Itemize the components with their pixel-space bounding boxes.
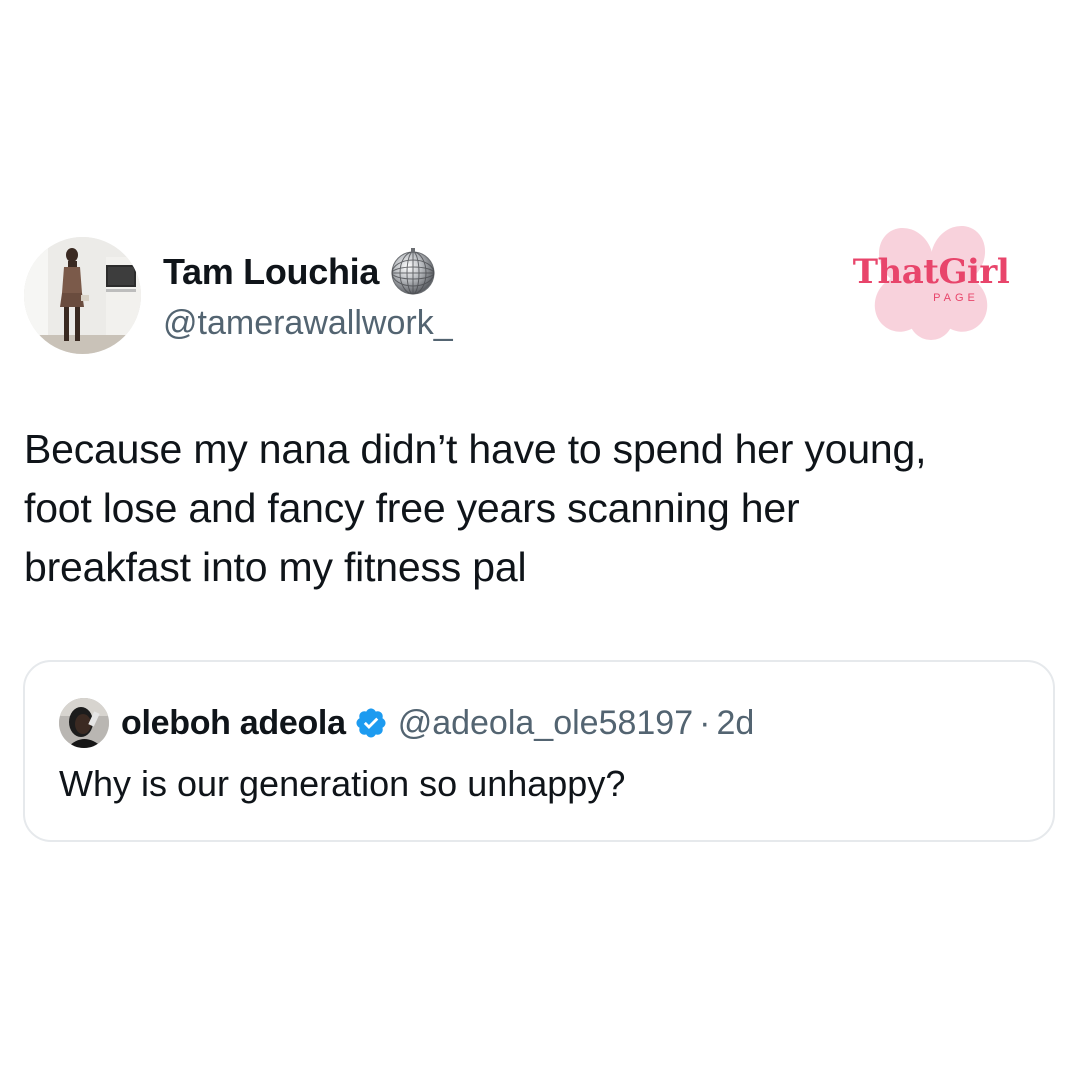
quoted-tweet-timestamp[interactable]: 2d xyxy=(716,704,754,743)
logo-title: ThatGirl xyxy=(852,252,1010,292)
tweet-card: Tam Louchia @tamerawallwork_ ThatGirl PA… xyxy=(0,0,1080,1080)
author-display-name[interactable]: Tam Louchia xyxy=(163,251,379,293)
avatar-photo xyxy=(24,237,141,354)
logo-subtitle: PAGE xyxy=(933,292,979,304)
author-name-row: Tam Louchia xyxy=(163,248,437,296)
quoted-tweet-header: oleboh adeola @adeola_ole58197 · 2d xyxy=(59,698,754,748)
quoted-tweet-text: Why is our generation so unhappy? xyxy=(59,763,626,804)
quoted-avatar-photo xyxy=(59,698,109,748)
separator-dot: · xyxy=(699,703,711,742)
quoted-author-handle[interactable]: @adeola_ole58197 xyxy=(398,704,693,743)
tweet-text: Because my nana didn’t have to spend her… xyxy=(24,426,927,590)
verified-badge-icon xyxy=(354,706,388,740)
quoted-author-display-name[interactable]: oleboh adeola xyxy=(121,704,346,743)
author-avatar[interactable] xyxy=(24,237,141,354)
quoted-author-avatar[interactable] xyxy=(59,698,109,748)
thatgirl-logo: ThatGirl PAGE xyxy=(846,222,1016,342)
author-handle[interactable]: @tamerawallwork_ xyxy=(163,304,453,343)
disco-ball-icon xyxy=(389,248,437,296)
quoted-tweet[interactable]: oleboh adeola @adeola_ole58197 · 2d Why … xyxy=(23,660,1055,842)
